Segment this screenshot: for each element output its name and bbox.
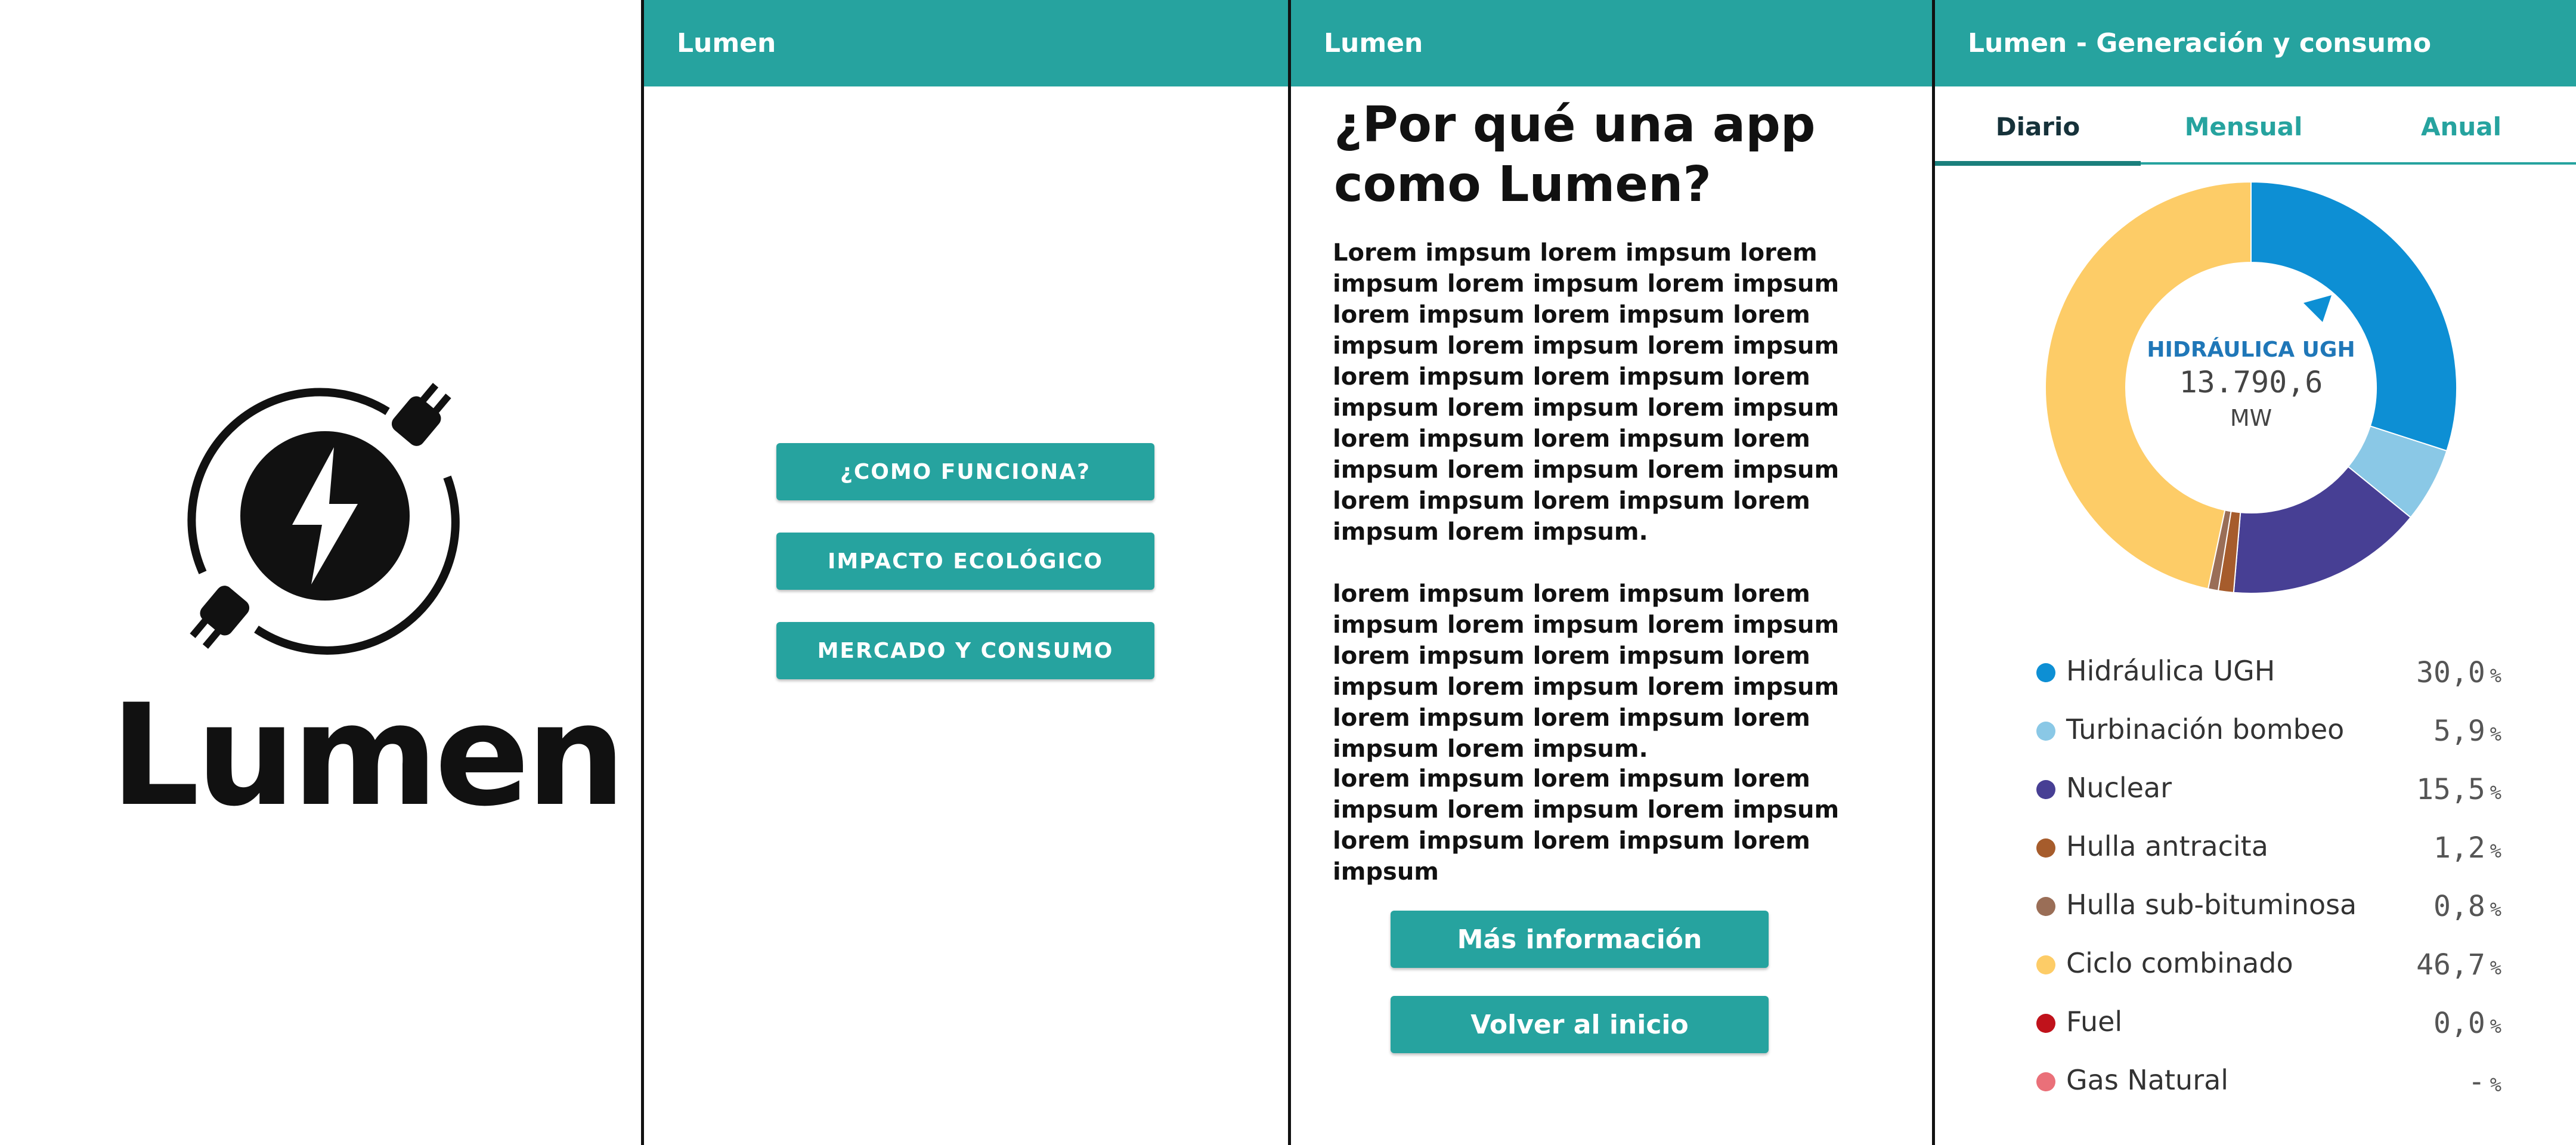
legend-value: 15,5% xyxy=(2416,773,2501,806)
legend-value-number: - xyxy=(2467,1065,2485,1098)
legend-item: Hulla antracita 1,2% xyxy=(2036,825,2501,884)
legend-label: Gas Natural xyxy=(2066,1064,2229,1096)
generation-donut-chart: HIDRÁULICA UGH 13.790,6 MW xyxy=(2045,181,2457,594)
legend-item: Fuel 0,0% xyxy=(2036,1001,2501,1059)
mercado-consumo-button[interactable]: MERCADO Y CONSUMO xyxy=(776,622,1154,679)
menu-panel: Lumen ¿COMO FUNCIONA? IMPACTO ECOLÓGICO … xyxy=(644,0,1288,1145)
center-label: HIDRÁULICA UGH xyxy=(2147,337,2355,362)
center-value: 13.790,6 xyxy=(2179,365,2323,400)
legend-value: 46,7% xyxy=(2416,948,2501,982)
more-info-button[interactable]: Más información xyxy=(1391,911,1769,968)
legend-unit: % xyxy=(2490,898,2501,921)
como-funciona-button[interactable]: ¿COMO FUNCIONA? xyxy=(776,443,1154,500)
paragraph: lorem impsum lorem impsum lorem impsum l… xyxy=(1333,580,1840,763)
legend-color-dot xyxy=(2036,1014,2055,1033)
legend-value-number: 15,5 xyxy=(2416,773,2485,806)
legend-color-dot xyxy=(2036,722,2055,741)
legend-color-dot xyxy=(2036,897,2055,916)
legend-color-dot xyxy=(2036,663,2055,682)
legend-item: Nuclear 15,5% xyxy=(2036,767,2501,825)
legend-value: 0,8% xyxy=(2433,890,2501,923)
chart-legend: Hidráulica UGH 30,0% Turbinación bombeo 5,9… xyxy=(2036,650,2501,1118)
legend-value: 30,0% xyxy=(2416,656,2501,689)
legend-unit: % xyxy=(2490,1073,2501,1096)
legend-value-number: 1,2 xyxy=(2433,831,2485,865)
legend-item: Hidráulica UGH 30,0% xyxy=(2036,650,2501,708)
splash-panel: Lumen xyxy=(0,0,641,1145)
legend-unit: % xyxy=(2490,1015,2501,1038)
legend-unit: % xyxy=(2490,664,2501,687)
legend-unit: % xyxy=(2490,957,2501,979)
legend-color-dot xyxy=(2036,955,2055,974)
legend-label: Hulla sub-bituminosa xyxy=(2066,889,2357,921)
chart-panel: Lumen - Generación y consumo Diario Mens… xyxy=(1935,0,2576,1145)
legend-color-dot xyxy=(2036,838,2055,858)
legend-value-number: 5,9 xyxy=(2433,714,2485,748)
legend-value: 1,2% xyxy=(2433,831,2501,865)
paragraph: lorem impsum lorem impsum lorem impsum l… xyxy=(1333,765,1840,886)
legend-item: Hulla sub-bituminosa 0,8% xyxy=(2036,884,2501,942)
legend-value-number: 0,8 xyxy=(2433,890,2485,923)
tooltip-pointer xyxy=(2303,295,2332,322)
legend-color-dot xyxy=(2036,780,2055,799)
paragraph: Lorem impsum lorem impsum lorem impsum l… xyxy=(1333,239,1840,546)
legend-value-number: 30,0 xyxy=(2416,656,2485,689)
legend-unit: % xyxy=(2490,781,2501,804)
legend-value: -% xyxy=(2468,1065,2501,1098)
donut-slice[interactable] xyxy=(2250,181,2457,452)
legend-label: Hidráulica UGH xyxy=(2066,655,2275,687)
impacto-ecologico-button[interactable]: IMPACTO ECOLÓGICO xyxy=(776,533,1154,590)
app-bar-title: Lumen xyxy=(644,0,1288,86)
back-home-button[interactable]: Volver al inicio xyxy=(1391,996,1769,1053)
legend-value: 0,0% xyxy=(2433,1007,2501,1040)
page-title: ¿Por qué una app como Lumen? xyxy=(1334,97,1816,213)
center-unit: MW xyxy=(2230,405,2272,431)
legend-item: Gas Natural -% xyxy=(2036,1059,2501,1118)
legend-label: Hulla antracita xyxy=(2066,830,2268,862)
legend-value-number: 0,0 xyxy=(2433,1007,2485,1040)
legend-item: Turbinación bombeo 5,9% xyxy=(2036,708,2501,767)
info-panel: Lumen ¿Por qué una app como Lumen? Lorem… xyxy=(1291,0,1932,1145)
legend-label: Fuel xyxy=(2066,1005,2123,1038)
legend-value: 5,9% xyxy=(2433,714,2501,748)
legend-item: Ciclo combinado 46,7% xyxy=(2036,942,2501,1001)
legend-color-dot xyxy=(2036,1072,2055,1091)
lumen-logo-icon xyxy=(187,382,460,655)
legend-unit: % xyxy=(2490,723,2501,745)
legend-unit: % xyxy=(2490,840,2501,862)
legend-label: Nuclear xyxy=(2066,772,2172,804)
legend-value-number: 46,7 xyxy=(2416,948,2485,982)
app-bar-title: Lumen xyxy=(1291,0,1932,86)
legend-label: Ciclo combinado xyxy=(2066,947,2293,979)
logo-wordmark: Lumen xyxy=(110,674,626,837)
legend-label: Turbinación bombeo xyxy=(2066,713,2345,745)
